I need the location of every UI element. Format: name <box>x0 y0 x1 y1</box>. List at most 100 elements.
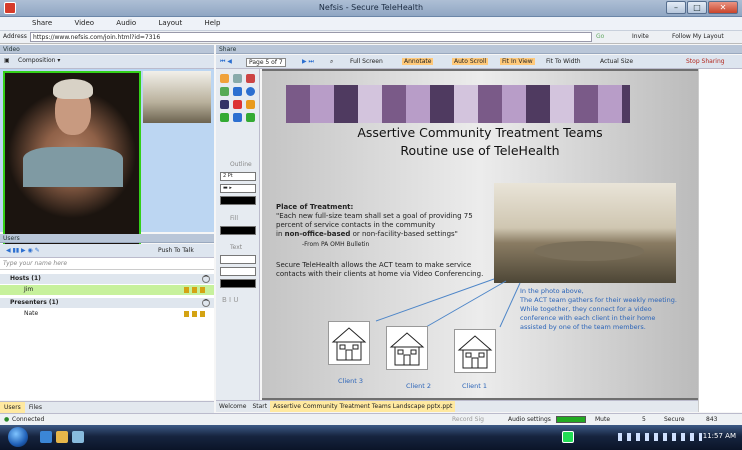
record-button[interactable]: Record Sig <box>452 416 484 423</box>
text-style-icons[interactable]: B I U <box>222 296 238 304</box>
annotation-tools: Outline 2 Pt ▬ ▸ Fill Text B I U <box>216 69 260 400</box>
lasso-tool-icon[interactable] <box>233 74 242 83</box>
address-label: Address <box>3 33 27 40</box>
audio-level-meter <box>556 416 586 423</box>
pointer-tool-icon[interactable] <box>233 113 242 122</box>
share-panel-header: Share <box>216 45 742 54</box>
font-select[interactable] <box>220 255 256 264</box>
full-screen-button[interactable]: Full Screen <box>350 58 383 65</box>
bandwidth-value: 843 <box>706 416 718 423</box>
menu-video[interactable]: Video <box>66 17 102 29</box>
group-hosts-label: Hosts (1) <box>10 275 41 282</box>
audio-settings-button[interactable]: Audio settings <box>508 416 551 423</box>
push-to-talk-button[interactable]: Push To Talk <box>158 247 194 254</box>
outline-label: Outline <box>230 161 252 168</box>
group-hosts[interactable]: Hosts (1) ^ <box>0 274 214 284</box>
participant-shirt <box>23 147 123 187</box>
close-button[interactable]: ✕ <box>708 1 738 14</box>
menu-audio[interactable]: Audio <box>108 17 144 29</box>
text-label: Text <box>230 244 243 251</box>
address-input[interactable]: https://www.nefsis.com/join.html?id=7316 <box>30 32 592 42</box>
invite-button[interactable]: Invite <box>632 33 649 40</box>
menu-share[interactable]: Share <box>24 17 60 29</box>
page-nav-next-last[interactable]: ▶ ⏭ <box>302 58 314 66</box>
browser-icon[interactable] <box>40 431 52 443</box>
client2-label: Client 2 <box>406 382 432 390</box>
stop-sharing-button[interactable]: Stop Sharing <box>686 58 725 65</box>
ellipse-tool-icon[interactable] <box>246 87 255 96</box>
group-presenters-label: Presenters (1) <box>10 299 59 306</box>
mute-checkbox[interactable]: Mute <box>595 416 610 423</box>
eraser-tool-icon[interactable] <box>246 113 255 122</box>
user-jim[interactable]: Jim <box>0 285 214 295</box>
remote-video-thumbnail[interactable] <box>143 71 211 123</box>
client1-label: Client 1 <box>462 382 488 390</box>
status-bar: ● Connected Record Sig Audio settings Mu… <box>0 413 742 425</box>
line-tool-icon[interactable] <box>220 100 229 109</box>
text-color-swatch[interactable] <box>220 279 256 288</box>
follow-layout-button[interactable]: Follow My Layout <box>672 33 724 40</box>
window-title: Nefsis - Secure TeleHealth <box>318 3 424 12</box>
fit-in-view-button[interactable]: Fit In View <box>500 58 535 65</box>
select-tool-icon[interactable] <box>220 74 229 83</box>
client3-label: Client 3 <box>338 377 364 385</box>
outline-color-swatch[interactable] <box>220 196 256 205</box>
document-viewer[interactable]: Assertive Community Treatment Teams Rout… <box>262 69 698 400</box>
tab-files[interactable]: Files <box>25 402 46 413</box>
window-controls: – □ ✕ <box>665 1 738 15</box>
menu-bar: Share Video Audio Layout Help <box>0 17 742 31</box>
fit-to-width-button[interactable]: Fit To Width <box>546 58 581 65</box>
composition-dropdown[interactable]: Composition ▾ <box>18 57 60 64</box>
mic-count: 5 <box>642 416 646 423</box>
menu-help[interactable]: Help <box>196 17 228 29</box>
line-style-select[interactable]: ▬ ▸ <box>220 184 256 193</box>
client1-house-icon <box>454 329 496 373</box>
users-list: Hosts (1) ^ Jim Presenters (1) ^ Nate <box>0 270 214 400</box>
fill-color-swatch[interactable] <box>220 226 256 235</box>
minimize-button[interactable]: – <box>666 1 686 14</box>
client3-house-icon <box>328 321 370 365</box>
document-tabs: Welcome Start Assertive Community Treatmen… <box>216 400 698 412</box>
go-button[interactable]: Go <box>596 33 604 40</box>
menu-layout[interactable]: Layout <box>150 17 190 29</box>
tab-start[interactable]: Start <box>249 401 270 412</box>
search-icon[interactable]: ⌕ <box>330 58 333 66</box>
folder-icon[interactable] <box>56 431 68 443</box>
presentation-slide: Assertive Community Treatment Teams Rout… <box>262 71 698 398</box>
tab-welcome[interactable]: Welcome <box>216 401 249 412</box>
tab-users[interactable]: Users <box>0 402 25 413</box>
document-side-strip <box>698 69 742 412</box>
video-panel-header: Video <box>0 45 214 54</box>
page-nav-first-prev[interactable]: ⏮ ◀ <box>220 58 232 66</box>
tab-presentation[interactable]: Assertive Community Treatment Teams Land… <box>270 401 456 412</box>
nefsis-task-icon[interactable] <box>562 431 574 443</box>
users-tool-icons[interactable]: ◀ ▮▮ ▶ ◉ ✎ <box>6 247 40 254</box>
start-orb-icon[interactable] <box>8 427 28 447</box>
windows-taskbar: 11:57 AM <box>0 425 742 450</box>
collapse-icon[interactable]: ^ <box>202 275 210 283</box>
highlighter-tool-icon[interactable] <box>220 87 229 96</box>
font-size-select[interactable] <box>220 267 256 276</box>
video-toolbar: ▣ Composition ▾ <box>0 55 214 69</box>
rectangle-tool-icon[interactable] <box>233 87 242 96</box>
user-nate[interactable]: Nate <box>0 309 214 319</box>
video-area <box>0 69 214 255</box>
user-name-input[interactable]: Type your name here <box>0 258 214 270</box>
group-presenters[interactable]: Presenters (1) ^ <box>0 298 214 308</box>
media-icon[interactable] <box>72 431 84 443</box>
stamp-tool-icon[interactable] <box>220 113 229 122</box>
text-tool-icon[interactable] <box>246 100 255 109</box>
maximize-button[interactable]: □ <box>687 1 707 14</box>
connection-icon: ● <box>4 416 10 423</box>
arrow-tool-icon[interactable] <box>233 100 242 109</box>
page-select[interactable]: Page 5 of 7 <box>246 58 286 67</box>
active-speaker-video[interactable] <box>3 71 141 255</box>
video-settings-icon[interactable]: ▣ <box>4 57 10 64</box>
actual-size-button[interactable]: Actual Size <box>600 58 633 65</box>
collapse-icon[interactable]: ^ <box>202 299 210 307</box>
outline-size-select[interactable]: 2 Pt <box>220 172 256 181</box>
address-bar: Address https://www.nefsis.com/join.html… <box>0 31 742 44</box>
annotate-button[interactable]: Annotate <box>402 58 434 65</box>
auto-scroll-button[interactable]: Auto Scroll <box>452 58 489 65</box>
pen-tool-icon[interactable] <box>246 74 255 83</box>
